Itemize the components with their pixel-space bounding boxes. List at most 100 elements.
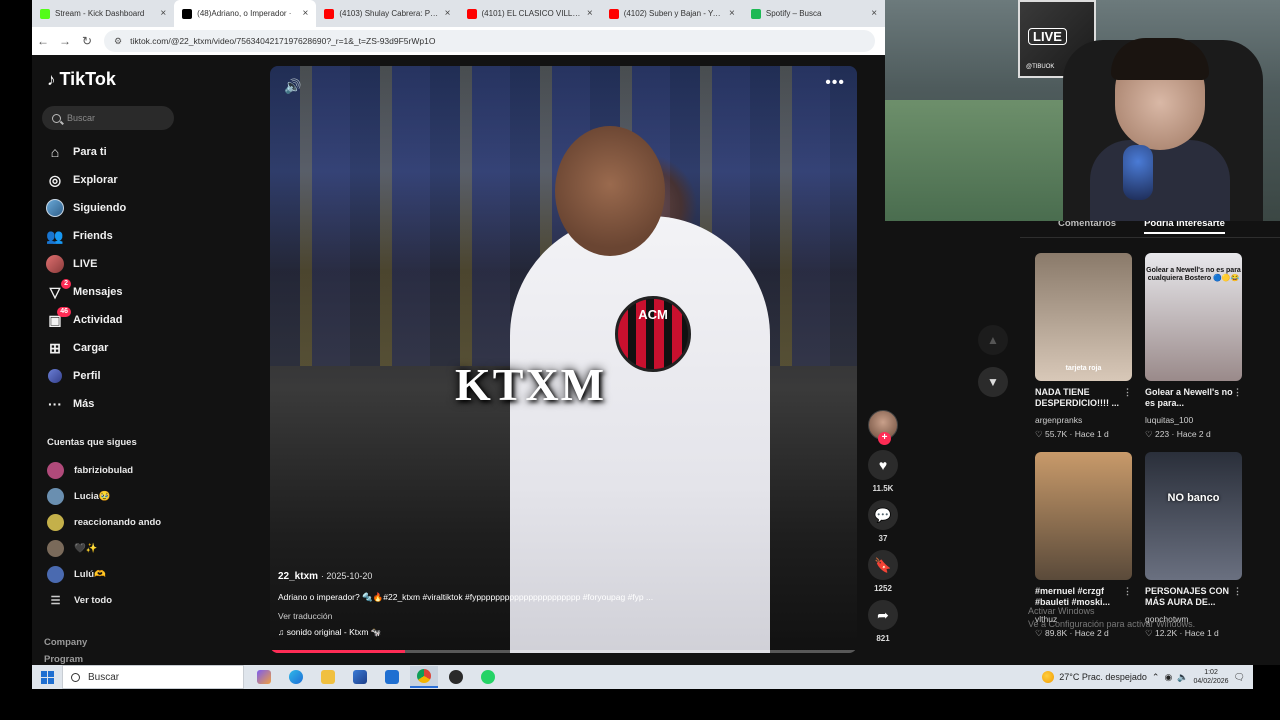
following-name: Lulú🫶	[74, 568, 106, 580]
tiktok-logo[interactable]: ♪ TikTok	[47, 69, 116, 90]
browser-tab[interactable]: (48)Adriano, o Imperador · ×	[174, 0, 317, 27]
url-input[interactable]: ⚙ tiktok.com/@22_ktxm/video/756340421719…	[104, 30, 875, 52]
video-player[interactable]: ACM KTXM 🔊 ••• 22_ktxm · 2025-10-20 Adri…	[270, 66, 857, 653]
following-account[interactable]: fabriziobulad	[47, 457, 161, 483]
kebab-menu-icon[interactable]: ⋮	[1123, 586, 1132, 597]
chevron-down-icon[interactable]: ▼	[978, 367, 1008, 397]
clock-time: 1:02	[1204, 669, 1218, 676]
save-action[interactable]: 🔖 1252	[865, 550, 901, 596]
share-action[interactable]: ➦ 821	[865, 600, 901, 646]
video-thumbnail[interactable]: Golear a Newell's no es para cualquiera …	[1145, 253, 1242, 381]
sidebar-item-perfil[interactable]: Perfil	[45, 362, 126, 390]
share-icon[interactable]: ➦	[868, 600, 898, 630]
weather-text[interactable]: 27°C Prac. despejado	[1059, 672, 1147, 682]
network-icon[interactable]: ◉	[1164, 672, 1172, 683]
browser-tab[interactable]: (4102) Suben y Bajan - YouTube ×	[601, 0, 743, 27]
program-link[interactable]: Program	[44, 654, 83, 665]
activate-line2: Ve a Configuración para activar Windows.	[1028, 619, 1196, 629]
tab-close-icon[interactable]: ×	[160, 8, 166, 19]
author-avatar[interactable]: +	[868, 410, 898, 445]
store-icon[interactable]	[346, 666, 374, 688]
forward-icon[interactable]: →	[54, 34, 76, 48]
obs-icon[interactable]	[442, 666, 470, 688]
bookmark-icon[interactable]: 🔖	[868, 550, 898, 580]
volume-icon[interactable]: 🔊	[284, 78, 301, 95]
mail-icon[interactable]	[378, 666, 406, 688]
tab-close-icon[interactable]: ×	[445, 8, 451, 19]
following-name: fabriziobulad	[74, 464, 134, 476]
recommended-video[interactable]: tarjeta roja NADA TIENE DESPERDICIO!!!! .…	[1035, 253, 1132, 440]
following-account[interactable]: Lulú🫶	[47, 561, 161, 587]
following-account[interactable]: 🖤✨	[47, 535, 161, 561]
browser-tab[interactable]: (4103) Shulay Cabrera: POR LA ×	[316, 0, 458, 27]
recommended-title-text: PERSONAJES CON MÁS AURA DE...	[1145, 586, 1230, 607]
tray-chevron-icon[interactable]: ⌃	[1152, 672, 1160, 683]
browser-tab[interactable]: Spotify – Busca ×	[743, 0, 885, 27]
tab-close-icon[interactable]: ×	[729, 8, 735, 19]
tab-favicon-icon	[466, 8, 477, 19]
profile-avatar	[48, 369, 62, 383]
sidebar-item-label: Explorar	[73, 174, 118, 186]
kebab-menu-icon[interactable]: ⋮	[1123, 387, 1132, 398]
copilot-icon[interactable]	[250, 666, 278, 688]
following-account[interactable]: reaccionando ando	[47, 509, 161, 535]
like-action[interactable]: ♥ 11.5K	[865, 450, 901, 496]
translate-link[interactable]: Ver traducción	[278, 611, 838, 621]
sidebar-item-label: Mensajes	[73, 286, 123, 298]
tab-close-icon[interactable]: ×	[871, 8, 877, 19]
comment-icon[interactable]: 💬	[868, 500, 898, 530]
kebab-menu-icon[interactable]: ⋮	[1233, 586, 1242, 597]
reload-icon[interactable]: ↻	[76, 34, 98, 48]
chevron-up-icon[interactable]: ▲	[978, 325, 1008, 355]
search-input[interactable]: Buscar	[42, 106, 174, 130]
file-explorer-icon[interactable]	[314, 666, 342, 688]
following-account[interactable]: Lucia🥹	[47, 483, 161, 509]
tab-close-icon[interactable]: ×	[303, 8, 309, 19]
more-options-icon[interactable]: •••	[825, 74, 845, 92]
whatsapp-icon[interactable]	[474, 666, 502, 688]
company-link[interactable]: Company	[44, 637, 87, 648]
taskbar-search[interactable]: Buscar	[62, 665, 244, 689]
url-text: tiktok.com/@22_ktxm/video/75634042171976…	[130, 36, 436, 46]
chrome-icon[interactable]	[410, 666, 438, 688]
sidebar-item-m-s[interactable]: ··· Más	[45, 390, 126, 418]
sidebar-item-friends[interactable]: 👥 Friends	[45, 222, 126, 250]
tab-close-icon[interactable]: ×	[587, 8, 593, 19]
sidebar-item-siguiendo[interactable]: Siguiendo	[45, 194, 126, 222]
see-all-link[interactable]: ☰ Ver todo	[47, 587, 161, 613]
recommended-username[interactable]: argenpranks	[1035, 415, 1132, 425]
sidebar-item-para-ti[interactable]: ⌂ Para ti	[45, 138, 126, 166]
sidebar-item-explorar[interactable]: ◎ Explorar	[45, 166, 126, 194]
home-icon: ⌂	[50, 144, 60, 160]
browser-tab[interactable]: Stream - Kick Dashboard ×	[32, 0, 174, 27]
screen: Stream - Kick Dashboard × (48)Adriano, o I…	[0, 0, 1280, 720]
browser-tab[interactable]: (4101) EL CLASICO VILLERO DE ×	[459, 0, 601, 27]
volume-tray-icon[interactable]: 🔈	[1177, 672, 1188, 683]
search-placeholder: Buscar	[67, 113, 96, 123]
clock[interactable]: 1:02 04/02/2026	[1194, 668, 1229, 686]
sidebar-item-actividad[interactable]: ▣ 46 Actividad	[45, 306, 126, 334]
sidebar-item-cargar[interactable]: ⊞ Cargar	[45, 334, 126, 362]
video-thumbnail[interactable]	[1035, 452, 1132, 580]
follow-plus-icon[interactable]: +	[878, 432, 891, 445]
heart-icon[interactable]: ♥	[868, 450, 898, 480]
video-music[interactable]: ♫ sonido original - Ktxm 🐄	[278, 627, 838, 638]
edge-icon[interactable]	[282, 666, 310, 688]
video-thumbnail[interactable]: tarjeta roja	[1035, 253, 1132, 381]
avatar	[47, 565, 64, 583]
sidebar-item-mensajes[interactable]: ▽ 2 Mensajes	[45, 278, 126, 306]
site-settings-icon[interactable]: ⚙	[114, 36, 122, 47]
comment-action[interactable]: 💬 37	[865, 500, 901, 546]
video-progress[interactable]	[270, 650, 857, 653]
recommended-video[interactable]: Golear a Newell's no es para cualquiera …	[1145, 253, 1242, 440]
sidebar-item-live[interactable]: LIVE	[45, 250, 126, 278]
kebab-menu-icon[interactable]: ⋮	[1233, 387, 1242, 398]
video-thumbnail[interactable]: NO banco	[1145, 452, 1242, 580]
start-button[interactable]	[32, 665, 62, 689]
video-author[interactable]: 22_ktxm	[278, 571, 318, 582]
crest-text: ACM	[638, 307, 668, 322]
recommended-username[interactable]: luquitas_100	[1145, 415, 1242, 425]
back-icon[interactable]: ←	[32, 34, 54, 48]
sidebar-item-label: Actividad	[73, 314, 123, 326]
notifications-icon[interactable]: 🗨	[1234, 672, 1245, 683]
